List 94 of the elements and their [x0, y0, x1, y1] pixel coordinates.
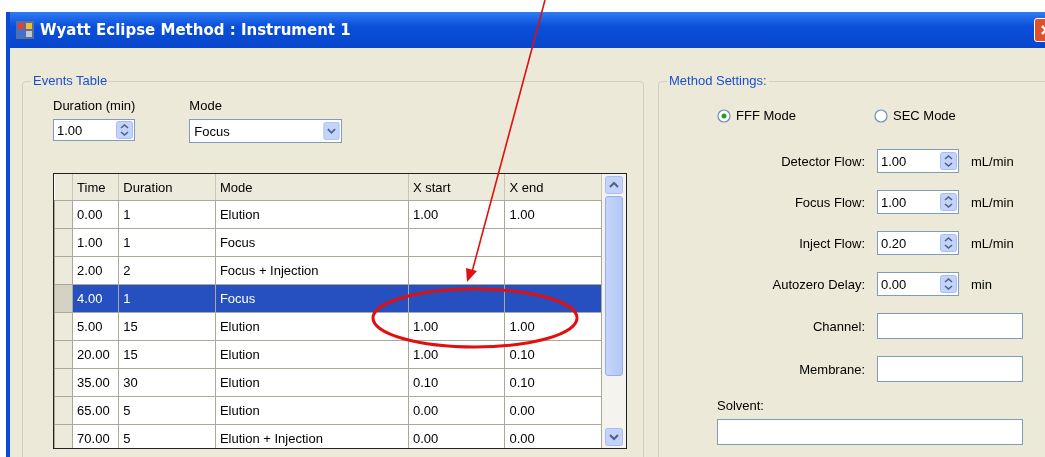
field-label: Solvent: [717, 398, 765, 413]
table-cell: 0.00 [408, 396, 505, 425]
number-spinner[interactable]: 1.00 [877, 190, 959, 214]
table-cell: 5 [118, 396, 216, 425]
row-header[interactable] [54, 424, 73, 448]
radio-button[interactable]: SEC Mode [873, 108, 956, 123]
number-spinner[interactable]: 1.00 [877, 149, 959, 173]
table-row[interactable]: 5.00 15 Elution 1.00 1.00 [54, 312, 602, 341]
table-cell: 65.00 [72, 396, 119, 425]
group-title: Method Settings: [667, 73, 769, 88]
table-cell: Focus [215, 284, 409, 313]
table-row[interactable]: 20.00 15 Elution 1.00 0.10 [54, 340, 602, 369]
row-header [54, 174, 73, 201]
table-cell: 1 [118, 200, 216, 229]
unit-label: min [971, 276, 993, 292]
spin-arrows-icon [940, 152, 957, 170]
table-cell: 0.10 [505, 340, 602, 369]
table-cell: 0.00 [72, 200, 119, 229]
table-cell: Focus + Injection [215, 256, 409, 285]
table-cell: 1 [118, 284, 216, 313]
row-header[interactable] [54, 284, 73, 313]
table-cell: 15 [118, 340, 216, 369]
unit-label: mL/min [971, 194, 1015, 210]
column-header[interactable]: Time [72, 174, 119, 201]
scroll-up-icon [605, 176, 624, 194]
table-cell: 1.00 [408, 340, 505, 369]
table-cell: 20.00 [72, 340, 119, 369]
table-cell: Elution [215, 200, 409, 229]
table-cell: Elution [215, 396, 409, 425]
group-title: Events Table [31, 73, 110, 88]
column-header[interactable]: X end [505, 174, 602, 201]
field-label: Channel: [811, 318, 865, 334]
number-spinner[interactable]: 0.00 [877, 272, 959, 296]
input-field[interactable] [877, 356, 1023, 382]
table-cell: 0.00 [505, 396, 602, 425]
table-row[interactable]: 70.00 5 Elution + Injection 0.00 0.00 [54, 424, 602, 448]
chevron-down-icon [323, 122, 341, 140]
table-cell: 1.00 [505, 200, 602, 229]
table-cell: 0.10 [505, 368, 602, 397]
table-cell: 1.00 [72, 228, 119, 257]
field-label: Membrane: [798, 361, 865, 377]
table-cell: 2.00 [72, 256, 119, 285]
input-field[interactable] [717, 419, 1023, 445]
field-label: Autozero Delay: [771, 276, 865, 292]
table-row[interactable]: 35.00 30 Elution 0.10 0.10 [54, 368, 602, 397]
row-header[interactable] [54, 228, 73, 257]
table-cell: 1.00 [505, 312, 602, 341]
field-label: Duration (min) [53, 98, 136, 113]
table-cell: 30 [118, 368, 216, 397]
table-cell: 1 [118, 228, 216, 257]
row-header[interactable] [54, 368, 73, 397]
column-header[interactable]: Mode [215, 174, 409, 201]
column-header[interactable]: X start [408, 174, 505, 201]
column-header[interactable]: Duration [118, 174, 216, 201]
spin-arrows-icon [940, 275, 957, 293]
mode-dropdown[interactable]: Focus [189, 119, 343, 143]
row-header[interactable] [54, 396, 73, 425]
app-icon [16, 21, 34, 39]
field-label: Inject Flow: [798, 235, 865, 251]
spin-arrows-icon [116, 121, 133, 139]
row-header[interactable] [54, 340, 73, 369]
scroll-thumb[interactable] [605, 196, 624, 376]
table-row[interactable]: 1.00 1 Focus [54, 228, 602, 257]
row-header[interactable] [54, 200, 73, 229]
table-cell: Elution [215, 368, 409, 397]
table-row[interactable]: 65.00 5 Elution 0.00 0.00 [54, 396, 602, 425]
scroll-down-icon [605, 428, 624, 446]
table-row[interactable]: 0.00 1 Elution 1.00 1.00 [54, 200, 602, 229]
unit-label: mL/min [971, 153, 1015, 169]
spin-arrows-icon [940, 193, 957, 211]
table-cell: 0.10 [408, 368, 505, 397]
input-field[interactable] [877, 313, 1023, 339]
field-label: Focus Flow: [793, 194, 865, 210]
scrollbar[interactable] [602, 174, 626, 448]
table-cell: Elution [215, 340, 409, 369]
table-row[interactable]: 2.00 2 Focus + Injection [54, 256, 602, 285]
window-title: Wyatt Eclipse Method : Instrument 1 [40, 21, 351, 39]
number-spinner[interactable]: 0.20 [877, 231, 959, 255]
field-label: Detector Flow: [780, 153, 865, 169]
row-header[interactable] [54, 256, 73, 285]
spin-arrows-icon [940, 234, 957, 252]
radio-button[interactable]: FFF Mode [717, 108, 796, 123]
unit-label: mL/min [971, 235, 1015, 251]
table-cell: Focus [215, 228, 409, 257]
duration-spinner[interactable]: 1.00 [53, 119, 135, 141]
table-cell: 2 [118, 256, 216, 285]
table-cell: Elution [215, 312, 409, 341]
table-cell: 15 [118, 312, 216, 341]
table-cell: 1.00 [408, 200, 505, 229]
table-cell: 5.00 [72, 312, 119, 341]
table-cell: 35.00 [72, 368, 119, 397]
table-row[interactable]: 4.00 1 Focus [54, 284, 602, 313]
row-header[interactable] [54, 312, 73, 341]
field-label: Mode [189, 98, 223, 113]
